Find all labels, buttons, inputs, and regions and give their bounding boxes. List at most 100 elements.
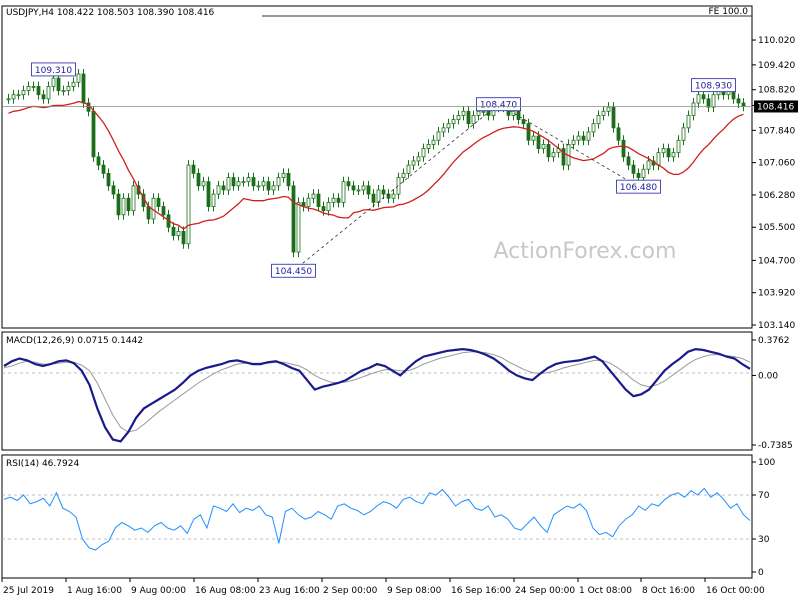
price-candle-body	[536, 135, 541, 149]
price-candle-body	[201, 181, 206, 187]
price-candle-body	[176, 230, 181, 236]
price-candle-body	[51, 77, 56, 87]
price-candle-body	[186, 164, 191, 245]
price-tick-label: 107.060	[758, 159, 795, 169]
x-tick-label: 16 Sep 16:00	[451, 586, 511, 596]
price-candle-body	[686, 115, 691, 129]
price-candle-body	[441, 127, 446, 133]
price-candle-body	[36, 86, 41, 96]
annotation-label: 109.310	[35, 66, 72, 76]
macd-tick-label: -0.7385	[758, 441, 793, 451]
x-axis: 25 Jul 2019 1 Aug 16:00 9 Aug 00:00 16 Aug …	[1, 578, 765, 596]
price-candle-body	[366, 185, 371, 195]
price-annotation: 109.310	[31, 62, 76, 77]
price-candle-body	[61, 90, 66, 92]
price-annotation: 108.470	[476, 97, 521, 112]
x-tick-label: 9 Aug 00:00	[131, 586, 186, 596]
price-candle-body	[671, 152, 676, 158]
price-candle-body	[621, 139, 626, 158]
price-candle-body	[596, 115, 601, 125]
macd-y-axis: 0.3762 0.00 -0.7385	[752, 336, 793, 451]
macd-panel-frame	[1, 331, 753, 451]
x-tick-label: 1 Aug 16:00	[67, 586, 122, 596]
price-candle-body	[306, 197, 311, 207]
price-candle-body	[471, 115, 476, 125]
price-candle-body	[451, 119, 456, 125]
price-candle-body	[361, 185, 366, 191]
price-candle-body	[346, 181, 351, 187]
price-candle-body	[551, 152, 556, 158]
price-candle-body	[146, 206, 151, 220]
price-candle-body	[56, 77, 61, 91]
price-candle-body	[436, 131, 441, 141]
price-candle-body	[411, 160, 416, 166]
price-candle-body	[381, 189, 386, 195]
price-candle-body	[561, 148, 566, 166]
fe-label: FE 100.0	[709, 7, 749, 17]
macd-panel-title: MACD(12,26,9) 0.0715 0.1442	[6, 336, 143, 346]
price-candle-body	[16, 94, 21, 97]
price-candle-body	[581, 135, 586, 141]
price-candle-body	[691, 102, 696, 116]
price-candle-body	[81, 73, 86, 104]
x-tick-label: 9 Sep 08:00	[387, 586, 442, 596]
price-candle-body	[171, 226, 176, 236]
price-candle-body	[741, 102, 746, 107]
rsi-panel-frame	[1, 454, 753, 579]
price-candle-body	[646, 160, 651, 170]
price-candle-body	[706, 98, 711, 108]
price-candle-body	[606, 106, 611, 112]
price-candle-body	[246, 177, 251, 183]
price-candle-body	[421, 148, 426, 158]
price-candle-body	[221, 185, 226, 191]
x-tick-label: 2 Sep 00:00	[323, 586, 378, 596]
price-candle-body	[311, 193, 316, 199]
price-candle-body	[41, 94, 46, 100]
price-candle-body	[626, 156, 631, 166]
price-candle-body	[351, 185, 356, 191]
price-candle-body	[631, 164, 636, 174]
annotation-label: 108.930	[695, 82, 732, 92]
price-candle-body	[516, 110, 521, 120]
price-candle-body	[131, 185, 136, 212]
price-candle-body	[541, 144, 546, 149]
price-candle-body	[6, 98, 11, 101]
price-candle-body	[456, 115, 461, 120]
current-price-tag: 108.416	[754, 100, 798, 113]
price-candle-body	[231, 177, 236, 187]
rsi-tick-label: 100	[758, 458, 775, 468]
price-candle-body	[446, 123, 451, 129]
price-candle-body	[406, 164, 411, 174]
macd-tick-label: 0.00	[758, 371, 778, 381]
price-candle-body	[601, 110, 606, 116]
price-tick-label: 105.500	[758, 223, 795, 233]
price-candle-body	[196, 172, 201, 187]
rsi-tick-label: 0	[758, 568, 764, 578]
price-candle-body	[431, 139, 436, 145]
price-candle-body	[266, 181, 271, 191]
price-tick-label: 107.840	[758, 126, 795, 136]
price-tick-label: 103.920	[758, 289, 795, 299]
price-candle-body	[316, 193, 321, 207]
price-candle-body	[521, 119, 526, 125]
price-candle-body	[391, 193, 396, 199]
price-candle-body	[26, 86, 31, 91]
price-candle-body	[481, 110, 486, 113]
price-candle-body	[121, 197, 126, 216]
price-candle-body	[331, 197, 336, 203]
price-candle-body	[666, 148, 671, 158]
price-candle-body	[296, 201, 301, 253]
annotation-label: 106.480	[620, 183, 657, 193]
price-candle-body	[66, 86, 71, 91]
price-candle-body	[276, 177, 281, 187]
price-candle-body	[206, 181, 211, 207]
price-y-axis: 110.020109.420108.820108.440107.840107.0…	[752, 36, 795, 331]
price-candle-body	[71, 81, 76, 87]
price-candle-body	[126, 197, 131, 212]
price-candle-body	[46, 86, 51, 100]
price-candle-body	[336, 197, 341, 203]
price-candle-body	[526, 123, 531, 141]
price-tick-label: 103.140	[758, 321, 795, 331]
price-candle-body	[111, 185, 116, 195]
price-candle-body	[696, 94, 701, 104]
